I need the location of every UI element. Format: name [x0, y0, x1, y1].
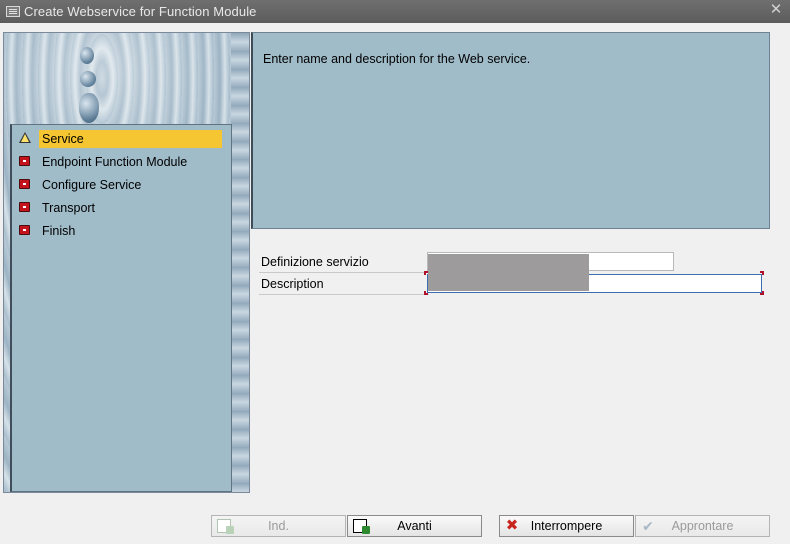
- redacted-area: [428, 254, 589, 291]
- step-finish[interactable]: Finish: [16, 220, 222, 242]
- stop-icon: [17, 200, 33, 216]
- close-icon[interactable]: ✕: [768, 2, 784, 18]
- focus-marker: [760, 291, 764, 295]
- next-button[interactable]: Avanti: [347, 515, 482, 537]
- step-label: Finish: [42, 224, 76, 238]
- service-definition-label: Definizione servizio: [261, 255, 369, 269]
- window-title: Create Webservice for Function Module: [24, 4, 257, 19]
- step-configure-service[interactable]: Configure Service: [16, 174, 222, 196]
- title-bar: Create Webservice for Function Module ✕: [0, 0, 790, 23]
- back-button-label: Ind.: [268, 519, 289, 533]
- step-label: Service: [39, 130, 222, 148]
- form-row-service-definition: Definizione servizio: [259, 251, 429, 273]
- back-document-icon: [217, 519, 234, 534]
- complete-button[interactable]: ✔ Approntare: [635, 515, 770, 537]
- step-transport[interactable]: Transport: [16, 197, 222, 219]
- next-document-icon: [353, 519, 370, 534]
- step-label: Configure Service: [42, 178, 142, 192]
- cancel-button[interactable]: ✖ Interrompere: [499, 515, 634, 537]
- stop-icon: [17, 177, 33, 193]
- decorative-stripe: [231, 33, 249, 492]
- cancel-button-label: Interrompere: [530, 519, 603, 533]
- description-label: Description: [261, 277, 324, 291]
- back-button[interactable]: Ind.: [211, 515, 346, 537]
- step-description-panel: Enter name and description for the Web s…: [251, 32, 770, 229]
- step-label: Endpoint Function Module: [42, 155, 188, 169]
- wizard-image-panel: Service Endpoint Function Module Configu…: [3, 32, 250, 493]
- window-menu-icon[interactable]: [6, 6, 20, 17]
- step-description-text: Enter name and description for the Web s…: [263, 52, 531, 66]
- focus-marker: [760, 271, 764, 275]
- stop-icon: [17, 223, 33, 239]
- cancel-x-icon: ✖: [505, 517, 519, 534]
- water-drop-image: [80, 47, 94, 64]
- warning-icon: [17, 131, 33, 147]
- step-service[interactable]: Service: [16, 128, 222, 150]
- water-drop-image: [79, 93, 99, 123]
- dialog-window: Create Webservice for Function Module ✕ …: [0, 0, 790, 544]
- step-endpoint-function-module[interactable]: Endpoint Function Module: [16, 151, 222, 173]
- water-drop-image: [80, 71, 96, 87]
- step-label: Transport: [42, 201, 96, 215]
- stop-icon: [17, 154, 33, 170]
- complete-button-label: Approntare: [671, 519, 734, 533]
- wizard-steps-list: Service Endpoint Function Module Configu…: [10, 124, 232, 492]
- next-button-label: Avanti: [397, 519, 432, 533]
- checkmark-icon: ✔: [642, 518, 654, 534]
- form-row-description: Description: [259, 273, 429, 295]
- focus-marker: [424, 291, 428, 295]
